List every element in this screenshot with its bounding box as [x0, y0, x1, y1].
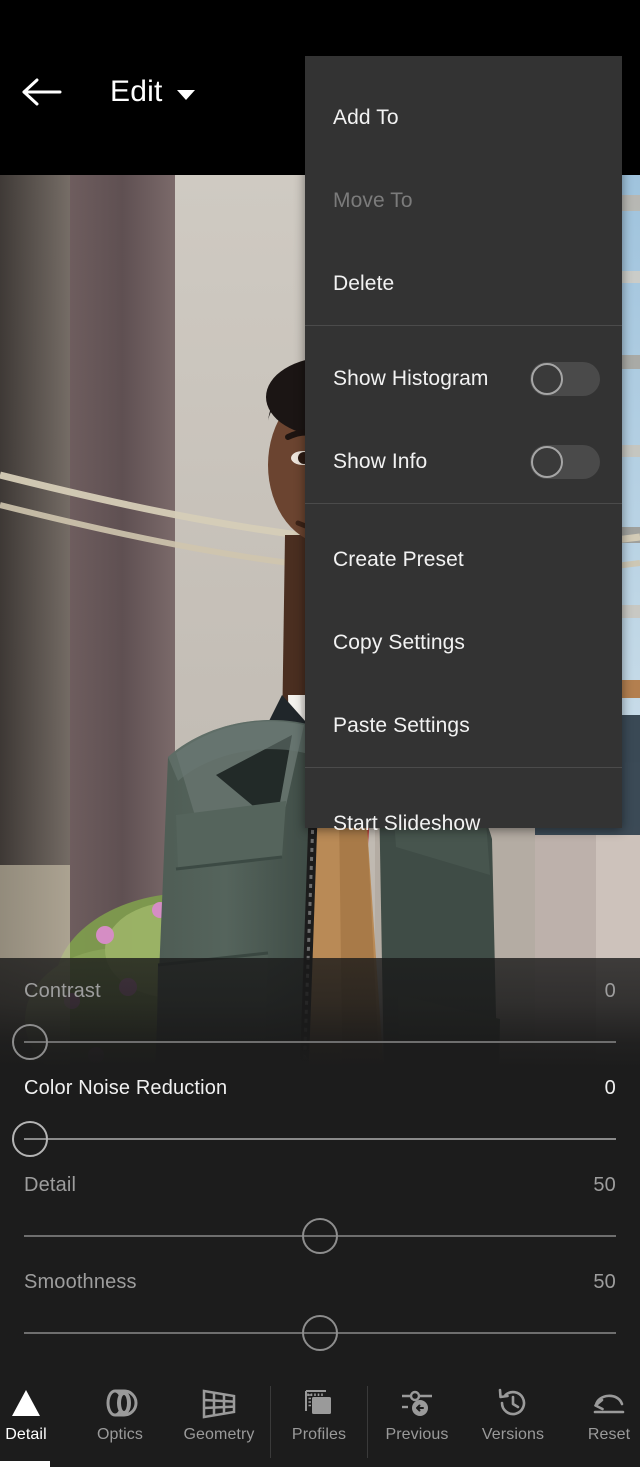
menu-spacer-2: [305, 504, 622, 518]
grid-perspective-icon: [200, 1386, 238, 1420]
slider-panel: Contrast 0 Color Noise Reduction 0 Detai…: [0, 958, 640, 1378]
slider-label: Contrast: [24, 980, 101, 1002]
arrow-left-icon: [22, 77, 62, 107]
app-root: Edit Add To Move To Delete Show Histogra…: [0, 0, 640, 1467]
slider-label: Smoothness: [24, 1271, 137, 1293]
menu-item-copy-settings[interactable]: Copy Settings: [305, 601, 622, 684]
tab-versions[interactable]: Versions: [465, 1386, 561, 1444]
show-info-toggle[interactable]: [530, 444, 600, 479]
slider-track-area[interactable]: [24, 1214, 616, 1258]
menu-item-move-to: Move To: [305, 159, 622, 242]
slider-header: Color Noise Reduction 0: [0, 1077, 640, 1117]
menu-item-label: Move To: [333, 188, 413, 212]
page-title: Edit: [110, 75, 163, 108]
slider-color-noise-reduction[interactable]: Color Noise Reduction 0: [0, 1077, 640, 1164]
toggle-knob: [531, 362, 563, 395]
edit-title-dropdown[interactable]: Edit: [110, 70, 195, 114]
tab-label: Versions: [481, 1426, 545, 1443]
slider-track-area[interactable]: [11, 1117, 616, 1161]
slider-track: [24, 1041, 616, 1043]
tab-label: Detail: [5, 1426, 47, 1443]
slider-track-area[interactable]: [24, 1311, 616, 1355]
triangle-detail-icon: [9, 1386, 43, 1420]
tab-geometry[interactable]: Geometry: [171, 1386, 267, 1444]
menu-spacer-3: [305, 768, 622, 782]
slider-handle[interactable]: [302, 1218, 338, 1254]
slider-header: Contrast 0: [0, 980, 640, 1020]
menu-top-spacer: [305, 56, 622, 76]
tab-optics[interactable]: Optics: [72, 1386, 168, 1444]
menu-item-label: Paste Settings: [333, 713, 470, 737]
menu-item-label: Add To: [333, 105, 399, 129]
bottom-toolbar: Detail Optics Geometry Profiles Previous…: [0, 1378, 640, 1467]
slider-value: 50: [593, 1174, 616, 1196]
menu-item-show-histogram[interactable]: Show Histogram: [305, 337, 622, 420]
back-button[interactable]: [18, 68, 66, 116]
tab-label: Profiles: [291, 1426, 347, 1443]
tab-previous[interactable]: Previous: [369, 1386, 465, 1444]
slider-value: 0: [604, 980, 616, 1002]
slider-header: Detail 50: [0, 1174, 640, 1214]
slider-header: Smoothness 50: [0, 1271, 640, 1311]
slider-contrast[interactable]: Contrast 0: [0, 980, 640, 1067]
menu-item-label: Delete: [333, 271, 395, 295]
slider-smoothness[interactable]: Smoothness 50: [0, 1271, 640, 1358]
slider-track-area[interactable]: [11, 1020, 616, 1064]
tab-label: Optics: [97, 1426, 143, 1443]
menu-item-create-preset[interactable]: Create Preset: [305, 518, 622, 601]
show-histogram-toggle[interactable]: [530, 361, 600, 396]
active-tab-indicator: [0, 1461, 50, 1467]
toolbar-divider-2: [367, 1386, 368, 1458]
slider-handle[interactable]: [302, 1315, 338, 1351]
slider-detail[interactable]: Detail 50: [0, 1174, 640, 1261]
lens-optics-icon: [102, 1386, 138, 1420]
menu-item-start-slideshow[interactable]: Start Slideshow: [305, 782, 622, 865]
menu-item-show-info[interactable]: Show Info: [305, 420, 622, 503]
tab-label: Geometry: [183, 1426, 255, 1443]
profiles-stack-icon: [301, 1386, 337, 1420]
tab-detail[interactable]: Detail: [0, 1386, 74, 1444]
menu-item-paste-settings[interactable]: Paste Settings: [305, 684, 622, 767]
menu-spacer-1: [305, 326, 622, 337]
menu-item-delete[interactable]: Delete: [305, 242, 622, 325]
previous-sliders-icon: [398, 1386, 436, 1420]
menu-item-add-to[interactable]: Add To: [305, 76, 622, 159]
menu-item-label: Copy Settings: [333, 630, 466, 654]
clock-history-icon: [496, 1386, 530, 1420]
slider-value: 50: [593, 1271, 616, 1293]
menu-item-label: Show Histogram: [333, 366, 489, 390]
slider-label: Color Noise Reduction: [24, 1077, 228, 1099]
context-menu: Add To Move To Delete Show Histogram Sho…: [305, 56, 622, 835]
toggle-knob: [531, 445, 563, 478]
slider-handle[interactable]: [11, 1121, 48, 1157]
slider-label: Detail: [24, 1174, 77, 1196]
tab-label: Previous: [385, 1426, 449, 1443]
tab-profiles[interactable]: Profiles: [271, 1386, 367, 1444]
menu-item-label: Show Info: [333, 449, 428, 473]
tab-reset[interactable]: Reset: [561, 1386, 640, 1444]
tab-label: Reset: [587, 1426, 631, 1443]
slider-handle[interactable]: [11, 1024, 48, 1060]
slider-value: 0: [604, 1077, 616, 1099]
undo-reset-icon: [591, 1386, 627, 1420]
menu-item-label: Create Preset: [333, 547, 464, 571]
chevron-down-icon: [176, 90, 195, 100]
menu-item-label: Start Slideshow: [333, 811, 481, 835]
slider-track: [24, 1138, 616, 1140]
